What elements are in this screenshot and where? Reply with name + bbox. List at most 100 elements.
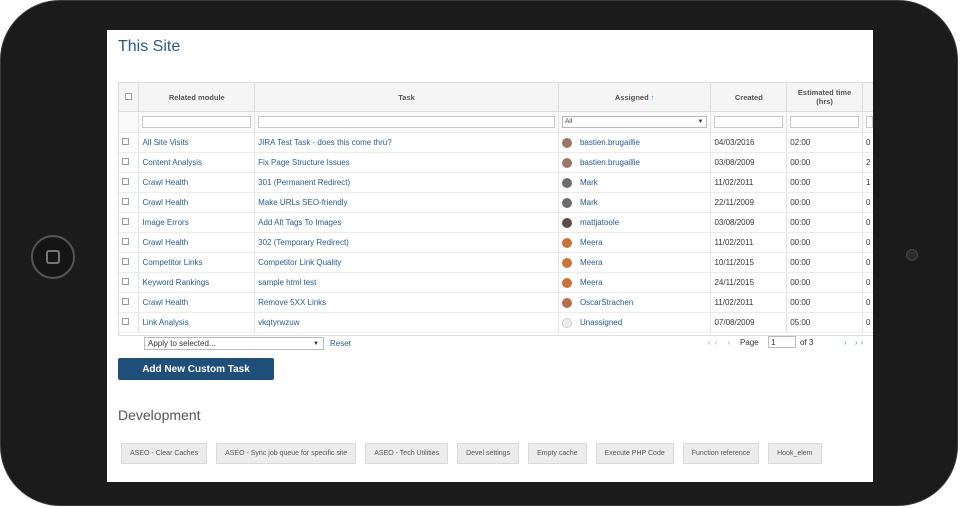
select-all-checkbox[interactable] — [125, 92, 133, 100]
filter-assigned-select[interactable]: All ▼ — [561, 116, 708, 128]
dev-button[interactable]: ASEO - Clear Caches — [121, 443, 208, 464]
row-assigned[interactable]: bastien.brugaillie — [580, 138, 640, 147]
row-module[interactable]: Crawl Health — [138, 232, 256, 253]
header-task[interactable]: Task — [254, 83, 559, 112]
filter-estimated-input[interactable] — [790, 116, 859, 128]
table-row[interactable]: Crawl Health Remove 5XX Links OscarStrache… — [119, 292, 873, 313]
header-related-module[interactable]: Related module — [138, 83, 256, 112]
row-task[interactable]: vkqtyrwzuw — [254, 312, 559, 333]
row-task[interactable]: Remove 5XX Links — [254, 292, 559, 313]
row-assigned[interactable]: Meera — [580, 238, 603, 247]
row-checkbox-cell — [119, 212, 140, 233]
dev-button[interactable]: Devel settings — [457, 443, 520, 464]
add-custom-task-button[interactable]: Add New Custom Task — [118, 358, 274, 380]
dev-button[interactable]: ASEO - Sync job queue for specific site — [216, 443, 357, 464]
row-checkbox[interactable] — [122, 178, 129, 185]
table-row[interactable]: Crawl Health 301 (Permanent Redirect) Mark… — [119, 172, 873, 193]
row-assigned-cell: mattjatoole — [558, 212, 712, 233]
row-assigned[interactable]: Unassigned — [580, 318, 622, 327]
row-assigned[interactable]: OscarStrachen — [580, 298, 633, 307]
row-extra: 0 — [862, 252, 873, 273]
row-checkbox[interactable] — [122, 198, 129, 205]
filter-extra-input[interactable] — [865, 116, 873, 128]
reset-link[interactable]: Reset — [330, 339, 351, 348]
row-module[interactable]: Image Errors — [138, 212, 256, 233]
filter-row: All ▼ — [119, 111, 873, 133]
row-assigned[interactable]: Mark — [580, 178, 598, 187]
dev-button[interactable]: Empty cache — [528, 443, 587, 464]
row-assigned[interactable]: Meera — [580, 278, 603, 287]
filter-task-input[interactable] — [258, 116, 555, 128]
row-assigned[interactable]: Mark — [580, 198, 598, 207]
user-avatar-icon — [561, 177, 572, 188]
row-task[interactable]: Make URLs SEO-friendly — [254, 192, 559, 213]
home-button-icon[interactable] — [31, 235, 75, 279]
filter-module-input[interactable] — [142, 116, 252, 128]
user-avatar-icon — [561, 237, 572, 248]
row-module[interactable]: Content Analysis — [138, 152, 256, 173]
row-module[interactable]: Keyword Rankings — [138, 272, 256, 293]
dev-button[interactable]: Hook_elem — [768, 443, 822, 464]
row-module[interactable]: Crawl Health — [138, 292, 256, 313]
row-checkbox[interactable] — [122, 158, 129, 165]
row-task[interactable]: Competitor Link Quality — [254, 252, 559, 273]
row-checkbox[interactable] — [122, 298, 129, 305]
bulk-action-select[interactable]: Apply to selected... ▼ — [144, 337, 324, 350]
user-avatar-icon — [561, 257, 572, 268]
row-checkbox[interactable] — [122, 138, 129, 145]
pager-total: of 3 — [800, 338, 814, 347]
dev-button[interactable]: Function reference — [682, 443, 760, 464]
row-module[interactable]: Crawl Health — [138, 172, 256, 193]
page-number-input[interactable]: 1 — [768, 336, 796, 348]
row-checkbox[interactable] — [122, 218, 129, 225]
table-row[interactable]: All Site Visits JIRA Test Task - does thi… — [119, 132, 873, 153]
row-assigned[interactable]: Meera — [580, 258, 603, 267]
row-task[interactable]: 301 (Permanent Redirect) — [254, 172, 559, 193]
row-assigned[interactable]: mattjatoole — [580, 218, 619, 227]
row-task[interactable]: sample html test — [254, 272, 559, 293]
row-task[interactable]: Add Alt Tags To Images — [254, 212, 559, 233]
row-task[interactable]: Fix Page Structure Issues — [254, 152, 559, 173]
row-created: 11/02/2011 — [710, 292, 788, 313]
header-assigned[interactable]: Assigned ↑ — [558, 83, 712, 112]
dev-button[interactable]: ASEO - Tech Utilities — [365, 443, 449, 464]
filter-created-input[interactable] — [714, 116, 784, 128]
row-task[interactable]: 302 (Temporary Redirect) — [254, 232, 559, 253]
row-assigned-cell: bastien.brugaillie — [558, 132, 712, 153]
row-assigned-cell: bastien.brugaillie — [558, 152, 712, 173]
table-row[interactable]: Keyword Rankings sample html test Meera 24/… — [119, 272, 873, 293]
row-assigned[interactable]: bastien.brugaillie — [580, 158, 640, 167]
table-row[interactable]: Competitor Links Competitor Link Quality M… — [119, 252, 873, 273]
filter-cell-created — [710, 111, 788, 133]
row-checkbox[interactable] — [122, 318, 129, 325]
select-all-header[interactable] — [119, 83, 140, 112]
pager-next-icon[interactable]: › ›› — [844, 338, 866, 347]
row-checkbox[interactable] — [122, 238, 129, 245]
row-module[interactable]: All Site Visits — [138, 132, 256, 153]
row-module[interactable]: Competitor Links — [138, 252, 256, 273]
row-checkbox-cell — [119, 232, 140, 253]
pager-prev-icon[interactable]: ‹‹ ‹ — [708, 338, 734, 347]
table-row[interactable]: Link Analysis vkqtyrwzuw Unassigned 07/08/2… — [119, 312, 873, 333]
row-module[interactable]: Crawl Health — [138, 192, 256, 213]
row-created: 03/08/2009 — [710, 212, 788, 233]
row-estimated: 00:00 — [786, 212, 863, 233]
user-avatar-icon — [561, 217, 572, 228]
row-module[interactable]: Link Analysis — [138, 312, 256, 333]
table-row[interactable]: Content Analysis Fix Page Structure Issue… — [119, 152, 873, 173]
row-created: 22/11/2009 — [710, 192, 788, 213]
dev-button[interactable]: Execute PHP Code — [595, 443, 674, 464]
row-estimated: 02:00 — [786, 132, 863, 153]
row-extra: 0 — [862, 312, 873, 333]
header-created[interactable]: Created — [710, 83, 788, 112]
table-row[interactable]: Crawl Health Make URLs SEO-friendly Mark 22… — [119, 192, 873, 213]
filter-cell-task — [254, 111, 559, 133]
header-estimated[interactable]: Estimated time (hrs) — [786, 83, 863, 112]
row-checkbox[interactable] — [122, 278, 129, 285]
table-row[interactable]: Crawl Health 302 (Temporary Redirect) Meer… — [119, 232, 873, 253]
row-checkbox[interactable] — [122, 258, 129, 265]
row-task[interactable]: JIRA Test Task - does this come thru? — [254, 132, 559, 153]
table-row[interactable]: Image Errors Add Alt Tags To Images mattja… — [119, 212, 873, 233]
bulk-action-value: Apply to selected... — [148, 339, 216, 348]
user-avatar-icon — [561, 317, 572, 328]
